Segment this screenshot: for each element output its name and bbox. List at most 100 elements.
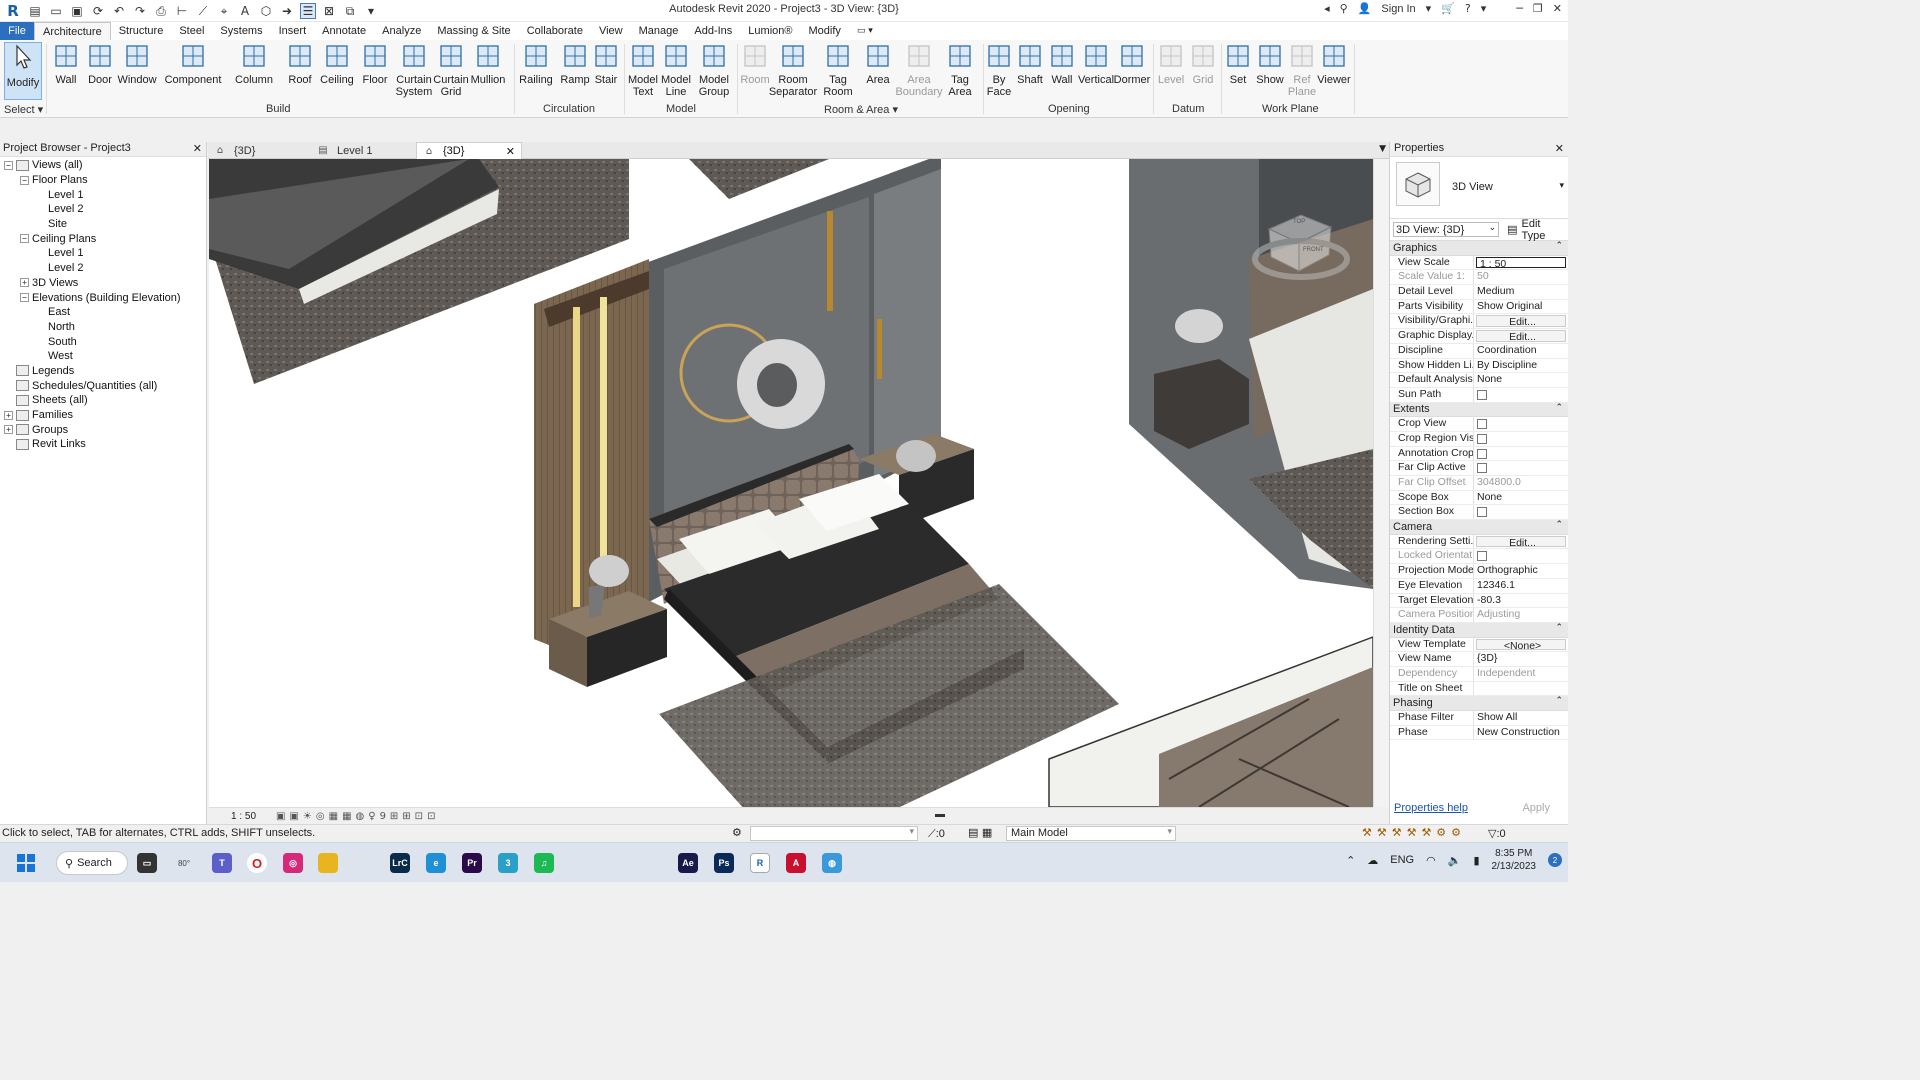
property-value[interactable]: Orthographic bbox=[1474, 564, 1568, 578]
horizontal-scroll-handle[interactable]: ▬ bbox=[935, 809, 945, 820]
autocad-icon[interactable]: A bbox=[786, 853, 806, 873]
property-value[interactable]: Edit... bbox=[1476, 330, 1566, 342]
property-value[interactable] bbox=[1474, 682, 1568, 696]
close-icon[interactable]: ✕ bbox=[193, 142, 202, 155]
component-button[interactable]: Component bbox=[165, 42, 221, 86]
file-explorer-icon[interactable] bbox=[318, 853, 338, 873]
onedrive-icon[interactable]: ☁ bbox=[1367, 854, 1378, 867]
sign-in-link[interactable]: Sign In bbox=[1381, 3, 1415, 15]
photoshop-icon[interactable]: Ps bbox=[714, 853, 734, 873]
expand-icon[interactable]: + bbox=[20, 278, 29, 288]
tree-item[interactable]: Level 1 bbox=[0, 246, 206, 261]
wifi-icon[interactable]: ◠ bbox=[1426, 854, 1436, 867]
property-value[interactable] bbox=[1474, 417, 1568, 431]
property-value[interactable]: -80.3 bbox=[1474, 594, 1568, 608]
expand-icon[interactable]: + bbox=[4, 410, 13, 420]
property-value[interactable] bbox=[1474, 432, 1568, 446]
collapse-icon[interactable]: − bbox=[4, 160, 13, 170]
select-panel-label[interactable]: Select ▾ bbox=[4, 103, 43, 116]
property-value[interactable]: 1 : 50 bbox=[1476, 256, 1566, 269]
ribbon-options-icon[interactable]: ▭ ▾ bbox=[849, 22, 881, 40]
tree-item[interactable]: Level 2 bbox=[0, 202, 206, 217]
checkbox[interactable] bbox=[1477, 433, 1487, 444]
ribbon-tab-structure[interactable]: Structure bbox=[111, 22, 172, 40]
area-boundary-button[interactable]: Area Boundary bbox=[895, 42, 943, 98]
tree-item[interactable]: − Elevations (Building Elevation) bbox=[0, 290, 206, 305]
property-value[interactable]: Show Original bbox=[1474, 300, 1568, 314]
close-tab-icon[interactable]: ✕ bbox=[506, 145, 515, 158]
ribbon-tab-massing-site[interactable]: Massing & Site bbox=[429, 22, 518, 40]
taskbar-search[interactable]: ⚲ Search bbox=[56, 851, 128, 875]
tree-item[interactable]: − Floor Plans bbox=[0, 173, 206, 188]
ribbon-tab-view[interactable]: View bbox=[591, 22, 631, 40]
type-dropdown-icon[interactable]: ▾ bbox=[1559, 181, 1564, 191]
property-value[interactable]: New Construction bbox=[1474, 726, 1568, 740]
cart-icon[interactable]: 🛒 bbox=[1441, 2, 1455, 15]
tree-item[interactable]: +3D Views bbox=[0, 276, 206, 291]
search-back-icon[interactable]: ◂ bbox=[1324, 2, 1330, 15]
tree-item[interactable]: + Groups bbox=[0, 422, 206, 437]
apply-button[interactable]: Apply bbox=[1522, 802, 1550, 814]
window-button[interactable]: Window bbox=[115, 42, 159, 86]
tab-list-dropdown-icon[interactable]: ▼ bbox=[1379, 144, 1386, 154]
tab-3d-active[interactable]: ⌂ {3D} ✕ bbox=[416, 142, 522, 159]
windows-start-icon[interactable] bbox=[16, 853, 36, 873]
model-group-button[interactable]: Model Group bbox=[692, 42, 736, 98]
property-value[interactable]: Medium bbox=[1474, 285, 1568, 299]
workset-dropdown[interactable]: ▾ bbox=[750, 826, 918, 841]
worksets-icon[interactable]: ⚙ bbox=[732, 826, 742, 839]
3d-viewport[interactable]: TOP FRONT bbox=[209, 159, 1373, 807]
teams-icon[interactable]: T bbox=[212, 853, 232, 873]
tree-item[interactable]: Schedules/Quantities (all) bbox=[0, 378, 206, 393]
ribbon-tab-systems[interactable]: Systems bbox=[212, 22, 270, 40]
property-group-header[interactable]: Extents ⌃ bbox=[1390, 402, 1568, 418]
user-icon[interactable]: 👤 bbox=[1358, 2, 1372, 15]
collapse-icon[interactable]: − bbox=[20, 175, 29, 185]
property-value[interactable]: {3D} bbox=[1474, 652, 1568, 666]
spotify-icon[interactable]: ♫ bbox=[534, 853, 554, 873]
collapse-icon[interactable]: − bbox=[20, 234, 29, 244]
floor-button[interactable]: Floor bbox=[353, 42, 397, 86]
ribbon-tab-steel[interactable]: Steel bbox=[171, 22, 212, 40]
ribbon-tab-analyze[interactable]: Analyze bbox=[374, 22, 429, 40]
binoculars-icon[interactable]: ⚲ bbox=[1340, 2, 1348, 15]
volume-icon[interactable]: 🔈 bbox=[1448, 854, 1462, 867]
tree-item[interactable]: Revit Links bbox=[0, 437, 206, 452]
property-value[interactable]: Show All bbox=[1474, 711, 1568, 725]
close-icon[interactable]: ✕ bbox=[1553, 2, 1562, 15]
ribbon-tab-collaborate[interactable]: Collaborate bbox=[519, 22, 591, 40]
clock[interactable]: 8:35 PM 2/13/2023 bbox=[1492, 847, 1537, 873]
help-icon[interactable]: ? bbox=[1465, 2, 1471, 15]
tree-item[interactable]: North bbox=[0, 320, 206, 335]
area-button[interactable]: Area bbox=[856, 42, 900, 86]
opera-icon[interactable]: O bbox=[247, 853, 267, 873]
lightroom-classic-icon[interactable]: LrC bbox=[390, 853, 410, 873]
modify-button[interactable]: Modify bbox=[4, 42, 42, 100]
property-value[interactable]: Edit... bbox=[1476, 535, 1566, 548]
collapse-icon[interactable]: − bbox=[20, 293, 29, 303]
checkbox[interactable] bbox=[1477, 419, 1487, 430]
tab-3d-1[interactable]: ⌂ {3D} bbox=[208, 142, 311, 159]
tree-item[interactable]: South bbox=[0, 334, 206, 349]
sign-in-dropdown-icon[interactable]: ▾ bbox=[1426, 2, 1432, 15]
tree-item[interactable]: Level 2 bbox=[0, 261, 206, 276]
property-value[interactable] bbox=[1474, 461, 1568, 475]
view-control-icons[interactable]: ▣▣☀◎▦▦◍♀9⊞⊞⊡⊡ bbox=[276, 811, 439, 822]
railing-button[interactable]: Railing bbox=[514, 42, 558, 86]
property-value[interactable]: Edit... bbox=[1476, 315, 1566, 328]
view-scale-label[interactable]: 1 : 50 bbox=[231, 811, 256, 822]
property-value[interactable]: <None> bbox=[1476, 638, 1566, 651]
tree-item[interactable]: West bbox=[0, 349, 206, 364]
tag-area-button[interactable]: Tag Area bbox=[938, 42, 982, 98]
properties-help-link[interactable]: Properties help bbox=[1394, 802, 1468, 814]
ribbon-tab-manage[interactable]: Manage bbox=[631, 22, 687, 40]
checkbox[interactable] bbox=[1477, 389, 1487, 400]
instance-selector[interactable]: 3D View: {3D} ⌄ bbox=[1393, 222, 1500, 237]
tree-item[interactable]: East bbox=[0, 305, 206, 320]
property-group-header[interactable]: Graphics ⌃ bbox=[1390, 241, 1568, 256]
property-group-header[interactable]: Identity Data ⌃ bbox=[1390, 622, 1568, 638]
tree-item[interactable]: − Views (all) bbox=[0, 158, 206, 173]
app-3-icon[interactable]: 3 bbox=[498, 853, 518, 873]
file-tab[interactable]: File bbox=[0, 22, 34, 40]
property-group-header[interactable]: Camera ⌃ bbox=[1390, 520, 1568, 535]
